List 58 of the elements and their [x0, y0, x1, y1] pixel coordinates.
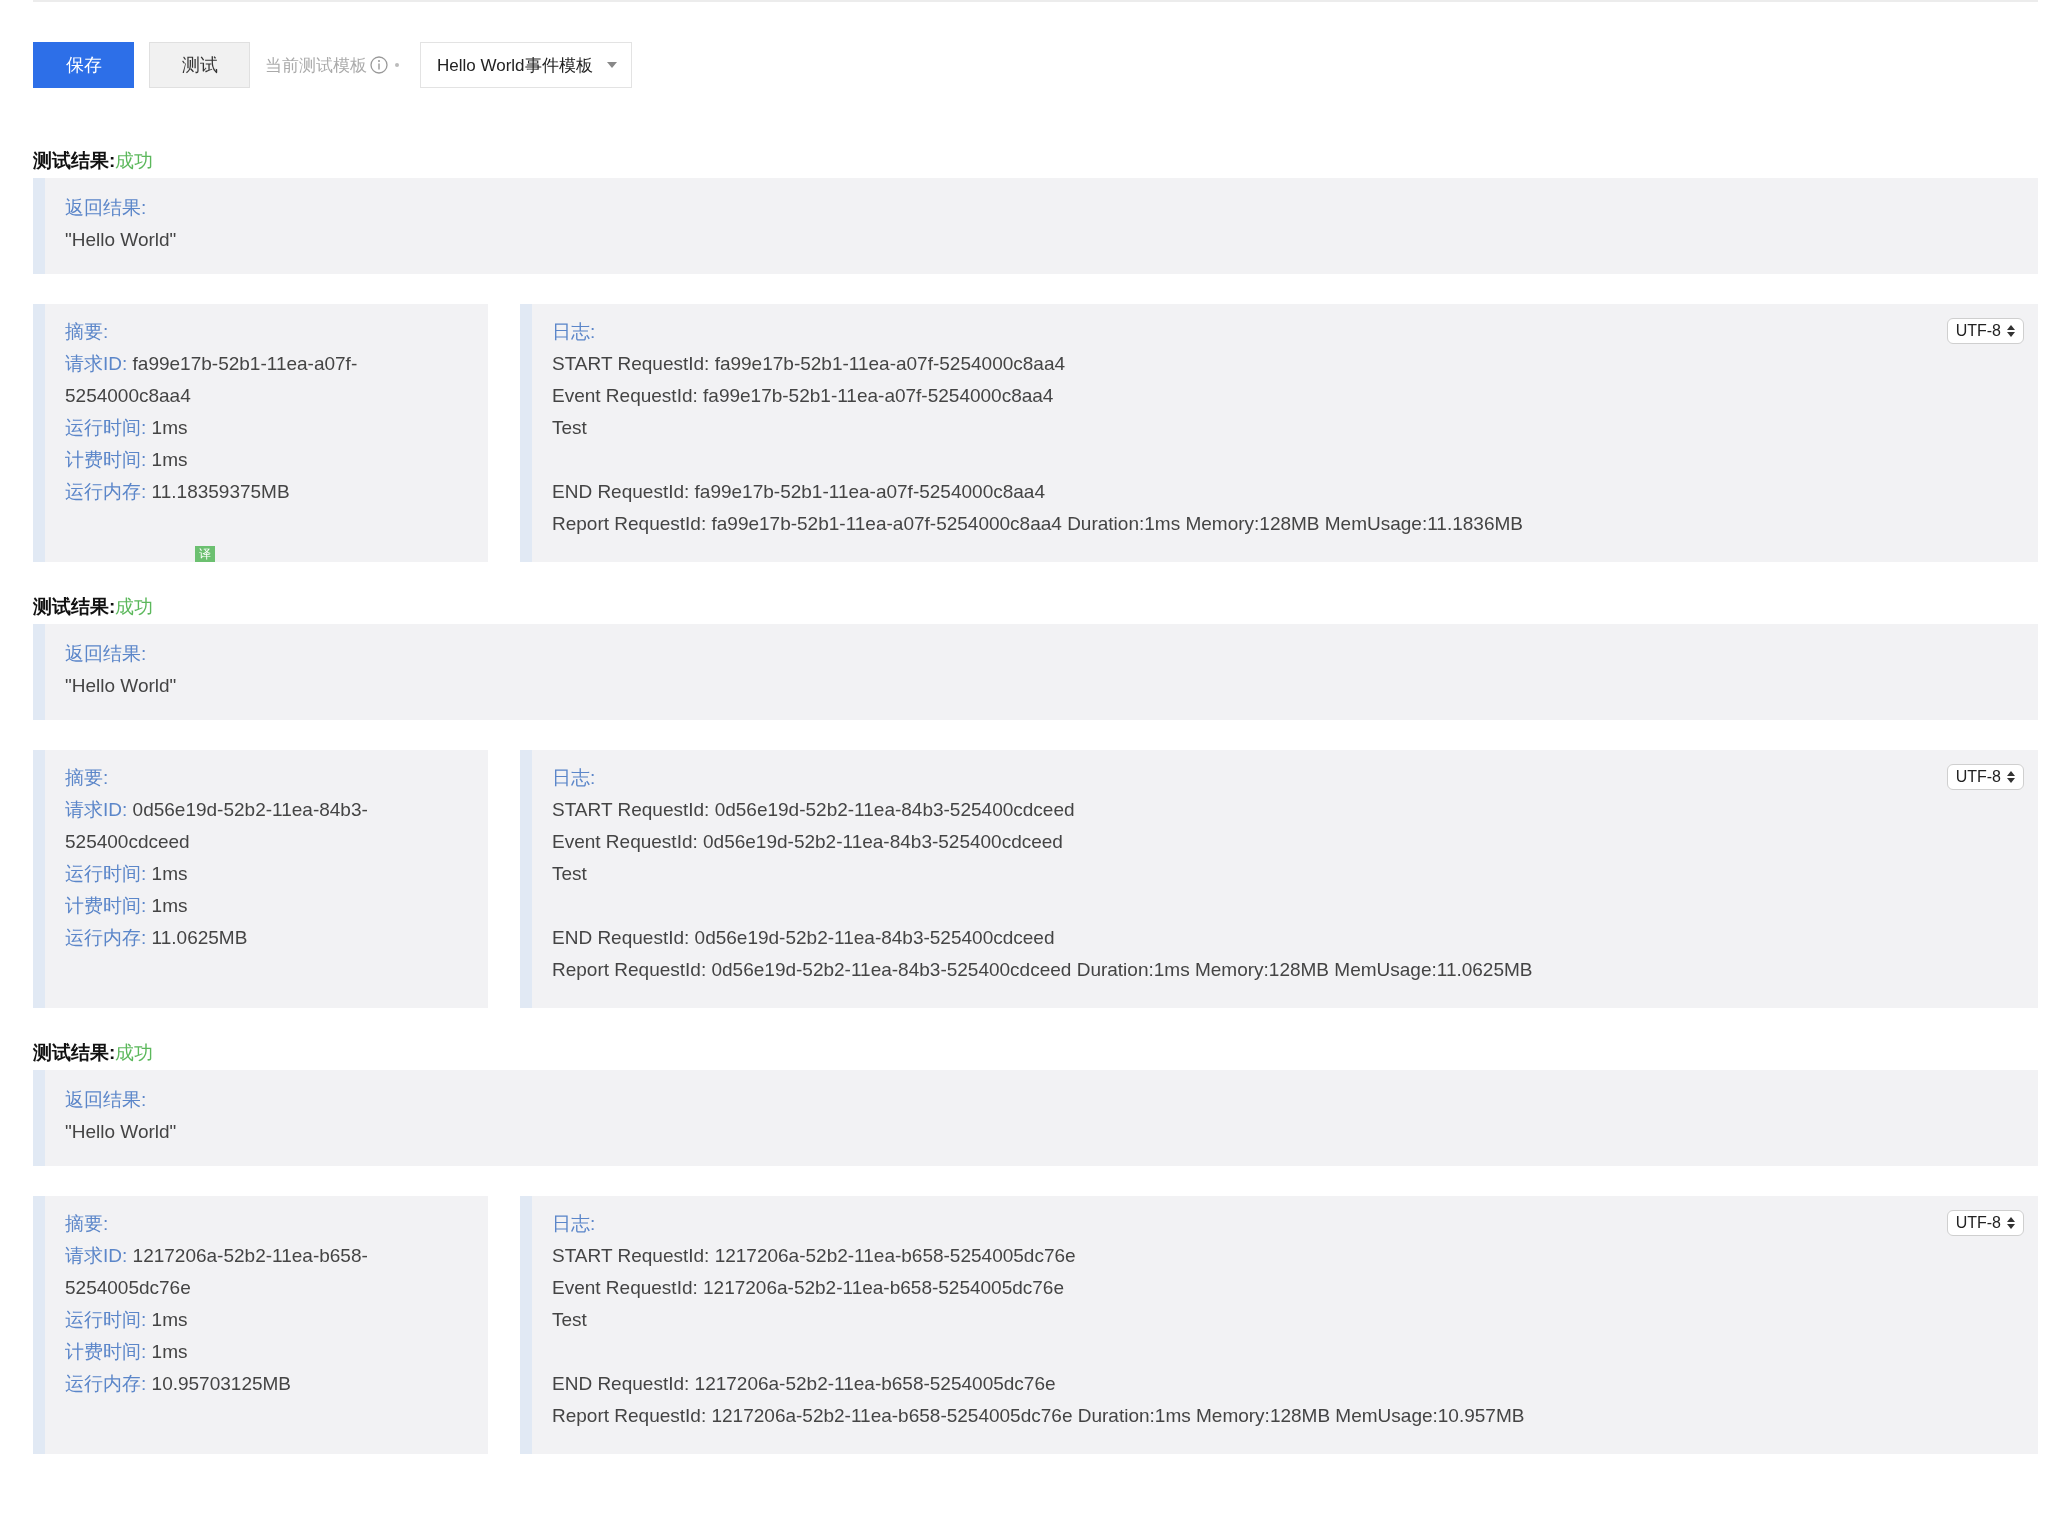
result-heading: 测试结果: — [33, 149, 116, 172]
log-title: 日志: — [552, 767, 596, 788]
return-value: "Hello World" — [65, 674, 178, 698]
summary-row-text: 运行内存: 11.0625MB — [65, 926, 249, 950]
up-down-arrows-icon — [2007, 770, 2015, 784]
return-label: 返回结果: — [65, 1088, 148, 1112]
return-label: 返回结果: — [65, 642, 148, 666]
return-value: "Hello World" — [65, 1120, 178, 1144]
template-label: 当前测试模板 — [265, 54, 367, 77]
summary-title: 摘要: — [65, 320, 110, 344]
result-status: 成功 — [115, 149, 154, 172]
summary-row-text: 运行时间: 1ms — [65, 1308, 189, 1332]
log-line: Test — [552, 1308, 588, 1332]
encoding-select[interactable]: UTF-8 — [1946, 1210, 2024, 1236]
summary-row-text: 运行内存: 11.18359375MB — [65, 480, 291, 504]
log-line: Event RequestId: 0d56e19d-52b2-11ea-84b3-525400cdceed — [552, 830, 1064, 854]
up-down-arrows-icon — [2007, 324, 2015, 338]
save-button[interactable]: 保存 — [33, 42, 134, 88]
result-heading: 测试结果: — [33, 595, 116, 618]
log-line: Report RequestId: 0d56e19d-52b2-11ea-84b3-525400cdceed Duration:1ms Memory:128MB MemUsage:11.0625MB — [552, 958, 1534, 982]
encoding-select[interactable]: UTF-8 — [1946, 318, 2024, 344]
summary-row-text: 计费时间: 1ms — [65, 894, 189, 918]
log-line: Test — [552, 416, 588, 440]
summary-row-text: 请求ID: 0d56e19d-52b2-11ea-84b3-525400cdceed — [65, 798, 369, 854]
log-line: START RequestId: 0d56e19d-52b2-11ea-84b3-525400cdceed — [552, 798, 1076, 822]
summary-row-text: 运行内存: 10.95703125MB — [65, 1372, 292, 1396]
info-icon[interactable] — [370, 56, 388, 74]
return-value: "Hello World" — [65, 228, 178, 252]
log-line: END RequestId: 0d56e19d-52b2-11ea-84b3-525400cdceed — [552, 926, 1056, 950]
log-line: Report RequestId: fa99e17b-52b1-11ea-a07f-5254000c8aa4 Duration:1ms Memory:128MB MemUsage:11.1836MB — [552, 512, 1524, 536]
summary-title: 摘要: — [65, 1212, 110, 1236]
summary-row-text: 请求ID: 1217206a-52b2-11ea-b658-5254005dc76e — [65, 1244, 369, 1300]
log-line: START RequestId: 1217206a-52b2-11ea-b658-5254005dc76e — [552, 1244, 1077, 1268]
summary-title: 摘要: — [65, 766, 110, 790]
return-label: 返回结果: — [65, 196, 148, 220]
encoding-select[interactable]: UTF-8 — [1946, 764, 2024, 790]
summary-row-text: 计费时间: 1ms — [65, 1340, 189, 1364]
log-line: Event RequestId: fa99e17b-52b1-11ea-a07f-5254000c8aa4 — [552, 384, 1055, 408]
summary-row-text: 请求ID: fa99e17b-52b1-11ea-a07f-5254000c8aa4 — [65, 352, 359, 408]
log-line: Test — [552, 862, 588, 886]
caret-icon — [606, 62, 617, 68]
log-title: 日志: — [552, 1213, 596, 1234]
test-button[interactable]: 测试 — [149, 42, 250, 88]
log-line: Event RequestId: 1217206a-52b2-11ea-b658-5254005dc76e — [552, 1276, 1065, 1300]
log-line: START RequestId: fa99e17b-52b1-11ea-a07f-5254000c8aa4 — [552, 352, 1067, 376]
result-heading: 测试结果: — [33, 1041, 116, 1064]
up-down-arrows-icon — [2007, 1216, 2015, 1230]
log-line: END RequestId: 1217206a-52b2-11ea-b658-5254005dc76e — [552, 1372, 1057, 1396]
result-status: 成功 — [115, 595, 154, 618]
log-title: 日志: — [552, 321, 596, 342]
required-dot-icon — [395, 63, 399, 67]
summary-row-text: 运行时间: 1ms — [65, 416, 189, 440]
summary-row-text: 计费时间: 1ms — [65, 448, 189, 472]
summary-row-text: 运行时间: 1ms — [65, 862, 189, 886]
log-line: Report RequestId: 1217206a-52b2-11ea-b658-5254005dc76e Duration:1ms Memory:128MB MemUsage:10.957MB — [552, 1404, 1526, 1428]
template-select[interactable]: Hello World事件模板 — [420, 42, 632, 88]
result-status: 成功 — [115, 1041, 154, 1064]
log-line: END RequestId: fa99e17b-52b1-11ea-a07f-5254000c8aa4 — [552, 480, 1046, 504]
